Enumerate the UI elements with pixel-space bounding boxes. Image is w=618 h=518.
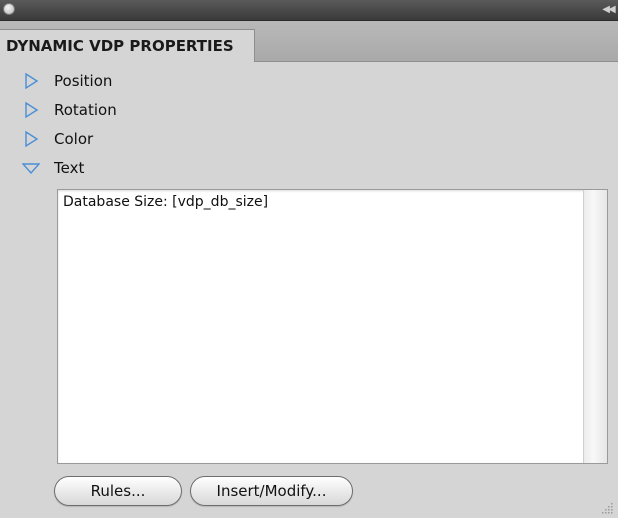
rules-button[interactable]: Rules... [54, 476, 182, 506]
tab-strip: DYNAMIC VDP PROPERTIES [0, 21, 618, 62]
vdp-properties-panel: ◀◀ DYNAMIC VDP PROPERTIES Position Rotat… [0, 0, 618, 518]
disclosure-triangle-right-icon[interactable] [22, 130, 40, 148]
section-rotation[interactable]: Rotation [22, 97, 117, 123]
section-rotation-label: Rotation [54, 101, 117, 119]
panel-titlebar[interactable]: ◀◀ [0, 0, 618, 21]
resize-grip-icon[interactable] [602, 502, 614, 514]
tab-dynamic-vdp-properties[interactable]: DYNAMIC VDP PROPERTIES [0, 29, 255, 62]
insert-modify-button[interactable]: Insert/Modify... [190, 476, 353, 506]
section-position[interactable]: Position [22, 68, 112, 94]
disclosure-triangle-down-icon[interactable] [22, 159, 40, 177]
disclosure-triangle-right-icon[interactable] [22, 101, 40, 119]
disclosure-triangle-right-icon[interactable] [22, 72, 40, 90]
section-text[interactable]: Text [22, 155, 84, 181]
close-icon[interactable] [3, 3, 15, 15]
section-text-label: Text [54, 159, 85, 177]
text-content-value: Database Size: [vdp_db_size] [63, 194, 269, 210]
text-content-field[interactable]: Database Size: [vdp_db_size] [57, 189, 608, 464]
collapse-panel-icon[interactable]: ◀◀ [600, 2, 616, 18]
section-color[interactable]: Color [22, 126, 93, 152]
section-color-label: Color [54, 130, 94, 148]
vertical-scrollbar[interactable] [583, 190, 607, 463]
section-position-label: Position [54, 72, 113, 90]
